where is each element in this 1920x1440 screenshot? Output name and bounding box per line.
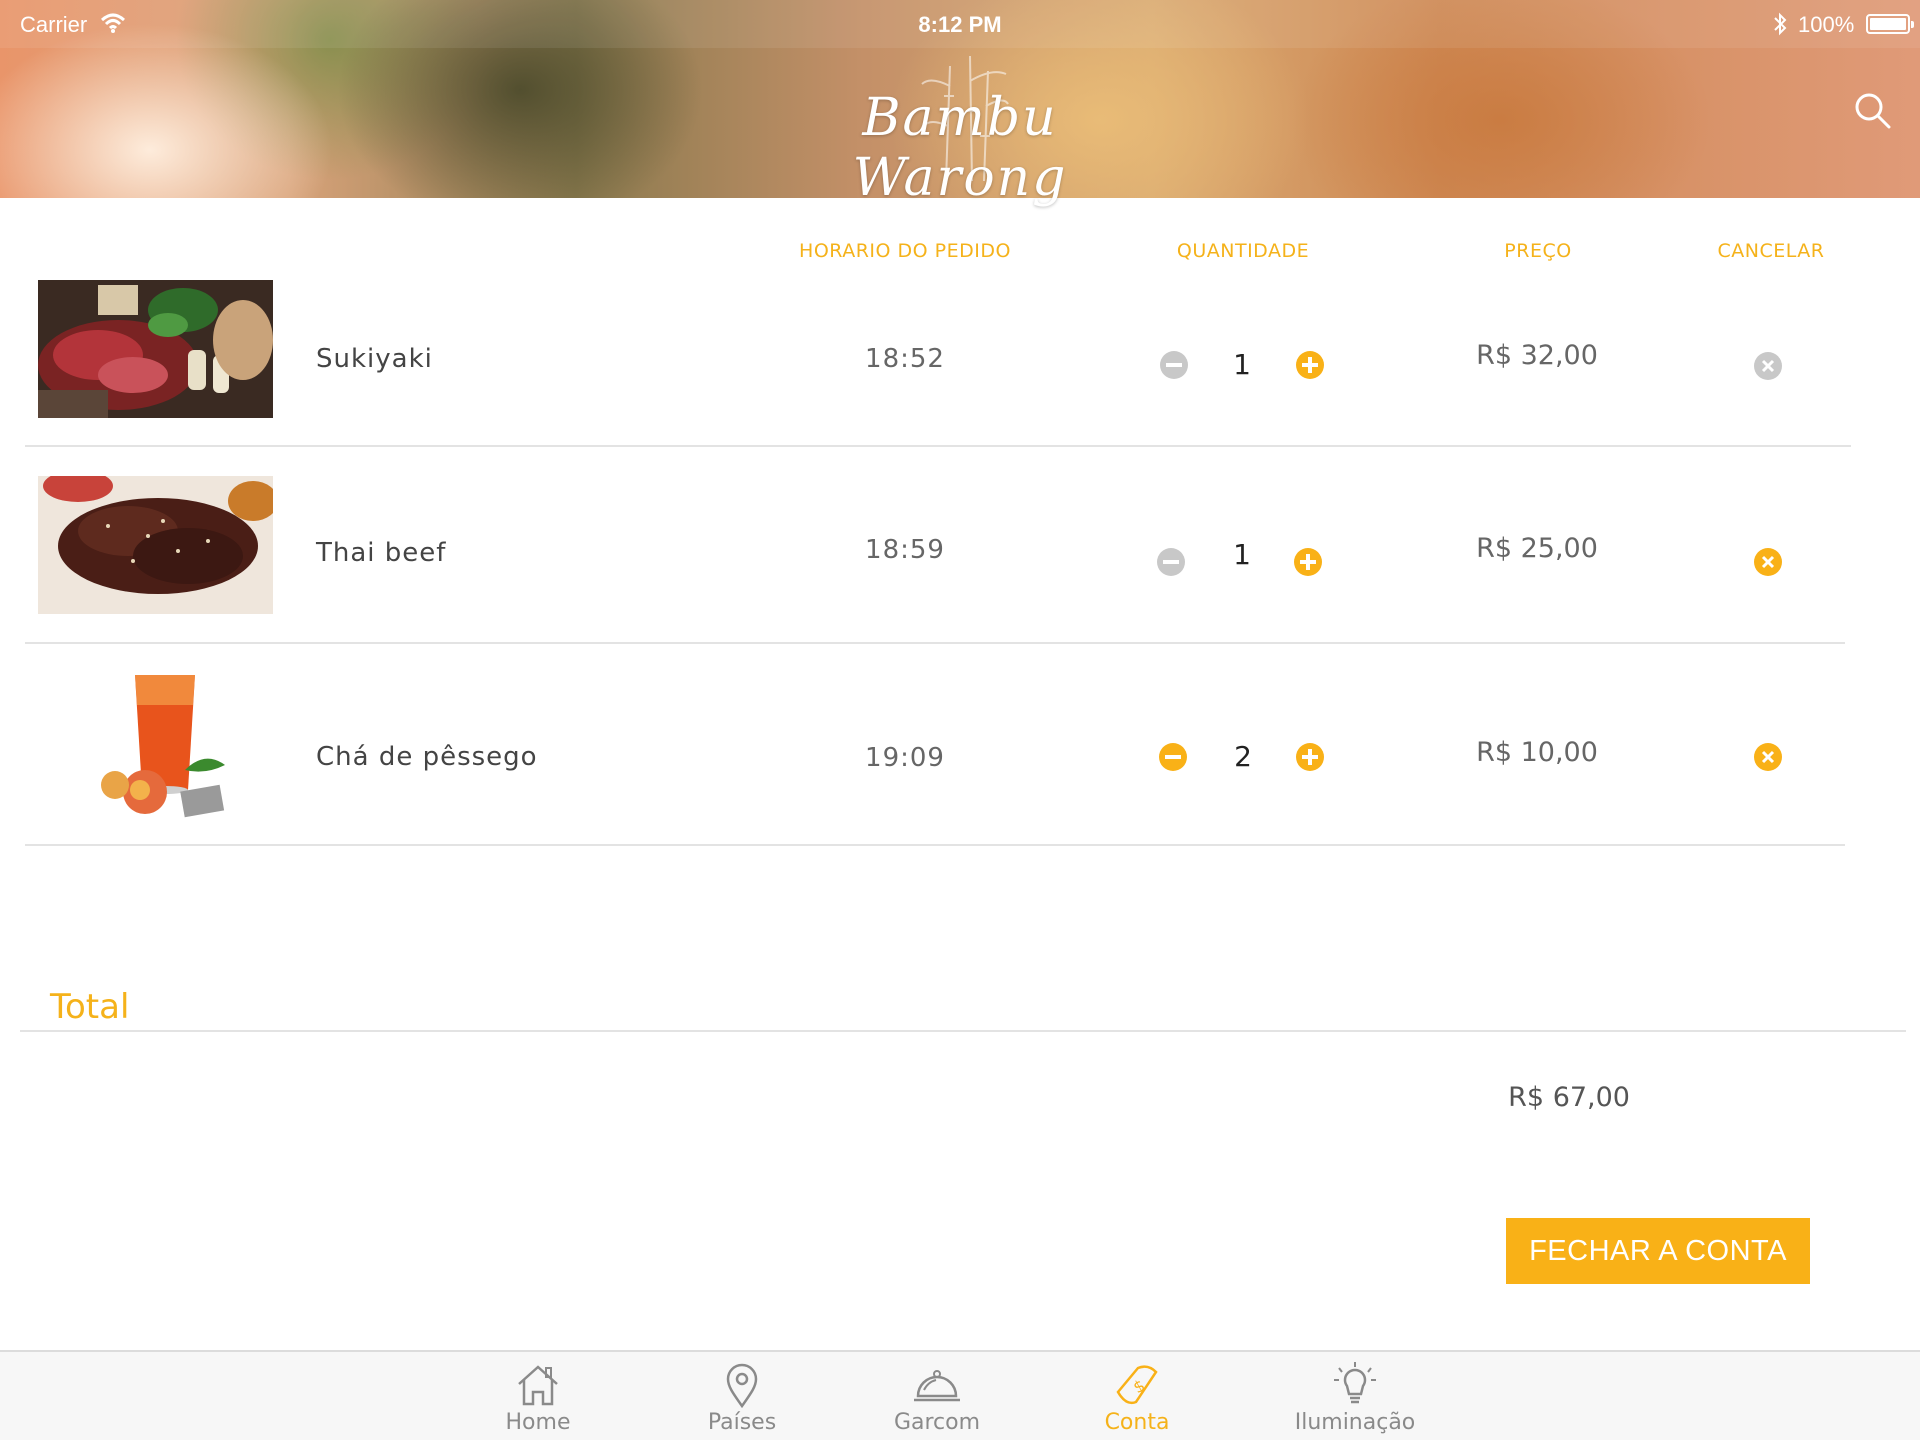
column-header-time: HORARIO DO PEDIDO: [799, 240, 1011, 262]
increase-quantity-button[interactable]: [1293, 547, 1323, 577]
battery-fill: [1870, 18, 1906, 30]
column-header-cancel: CANCELAR: [1717, 240, 1825, 262]
tab-iluminacao[interactable]: Iluminação: [1275, 1352, 1435, 1440]
close-bill-button[interactable]: FECHAR A CONTA: [1506, 1218, 1810, 1284]
map-pin-icon: [726, 1363, 758, 1408]
tab-home[interactable]: Home: [458, 1352, 618, 1440]
battery-percent: 100%: [1798, 12, 1855, 37]
status-time: 8:12 PM: [918, 12, 1002, 37]
quantity-value: 1: [1233, 538, 1251, 571]
item-price: R$ 32,00: [1476, 340, 1598, 371]
item-time: 19:09: [865, 743, 945, 773]
decrease-quantity-button[interactable]: [1156, 547, 1186, 577]
sukiyaki-image: [38, 280, 273, 418]
item-name: Thai beef: [316, 538, 447, 568]
status-bar: Carrier 8:12 PM 100%: [0, 0, 1920, 48]
row-divider: [25, 642, 1845, 644]
column-header-price: PREÇO: [1504, 240, 1572, 262]
total-value: R$ 67,00: [1508, 1082, 1630, 1113]
cancel-item-button[interactable]: [1753, 547, 1783, 577]
decrease-quantity-button[interactable]: [1158, 742, 1188, 772]
search-icon[interactable]: [1852, 90, 1892, 130]
quantity-value: 1: [1233, 348, 1251, 381]
tab-garcom[interactable]: Garcom: [857, 1352, 1017, 1440]
item-price: R$ 25,00: [1476, 533, 1598, 564]
tab-paises[interactable]: Países: [662, 1352, 822, 1440]
total-label: Total: [50, 987, 130, 1027]
item-name: Chá de pêssego: [316, 742, 538, 772]
home-icon: [518, 1365, 558, 1406]
item-time: 18:52: [865, 344, 945, 374]
increase-quantity-button[interactable]: [1295, 350, 1325, 380]
item-price: R$ 10,00: [1476, 737, 1598, 768]
decrease-quantity-button[interactable]: [1159, 350, 1189, 380]
thai-beef-image: [38, 476, 273, 614]
total-divider: [20, 1030, 1906, 1032]
item-name: Sukiyaki: [316, 344, 433, 374]
item-time: 18:59: [865, 535, 945, 565]
bluetooth-icon: [1774, 12, 1787, 36]
tab-label: Países: [707, 1410, 777, 1435]
tab-conta[interactable]: $ Conta: [1057, 1352, 1217, 1440]
header-banner: Carrier 8:12 PM 100% Bambu Warong: [0, 0, 1920, 208]
tab-label: Conta: [1104, 1410, 1170, 1435]
quantity-value: 2: [1234, 740, 1252, 773]
row-divider: [25, 445, 1851, 447]
battery-icon: [1866, 14, 1914, 34]
tab-label: Iluminação: [1294, 1410, 1416, 1435]
column-header-quantity: QUANTIDADE: [1176, 240, 1310, 262]
increase-quantity-button[interactable]: [1295, 742, 1325, 772]
tab-bar: Home Países Garcom $ Conta Iluminação: [0, 1350, 1920, 1440]
cancel-item-button[interactable]: [1753, 742, 1783, 772]
app-logo: Bambu Warong: [852, 88, 1068, 208]
bill-icon: $: [1116, 1365, 1158, 1405]
row-divider: [25, 844, 1845, 846]
cloche-icon: [914, 1370, 960, 1402]
lightbulb-icon: [1334, 1362, 1376, 1404]
cancel-item-button[interactable]: [1753, 351, 1783, 381]
tab-label: Garcom: [893, 1410, 981, 1435]
peach-tea-image: [90, 670, 240, 820]
tab-label: Home: [505, 1410, 571, 1435]
